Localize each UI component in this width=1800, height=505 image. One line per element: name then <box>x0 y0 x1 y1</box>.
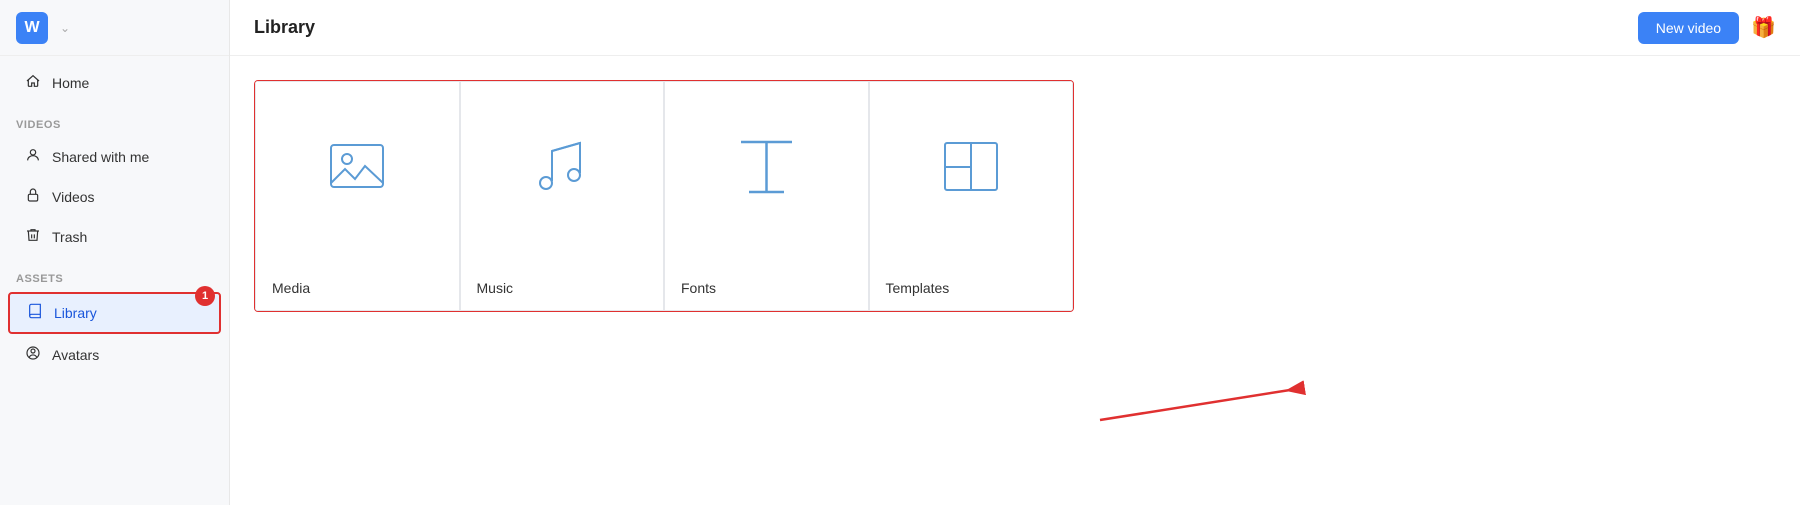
fonts-icon <box>739 136 794 196</box>
book-icon <box>26 303 44 323</box>
sidebar-item-avatars[interactable]: Avatars <box>8 336 221 374</box>
media-icon <box>327 141 387 191</box>
music-card-label: Music <box>477 280 514 296</box>
sidebar-section-videos: Videos <box>0 103 229 137</box>
chevron-down-icon[interactable]: ⌄ <box>60 21 70 35</box>
gift-icon-button[interactable]: 🎁 <box>1751 15 1776 40</box>
header-actions: New video 🎁 <box>1638 12 1776 44</box>
sidebar: W ⌄ Home Videos Shared with me <box>0 0 230 505</box>
sidebar-item-label: Shared with me <box>52 149 149 165</box>
templates-card-label: Templates <box>886 280 950 296</box>
sidebar-item-label: Trash <box>52 229 87 245</box>
app-logo: W <box>16 12 48 44</box>
sidebar-item-videos[interactable]: Videos <box>8 178 221 216</box>
lock-icon <box>24 187 42 207</box>
main-header: Library New video 🎁 <box>230 0 1800 56</box>
media-card[interactable]: Media <box>255 81 460 311</box>
sidebar-item-label: Library <box>54 305 97 321</box>
sidebar-item-home[interactable]: Home <box>8 64 221 102</box>
trash-icon <box>24 227 42 247</box>
music-card[interactable]: Music <box>460 81 665 311</box>
sidebar-item-trash[interactable]: Trash <box>8 218 221 256</box>
sidebar-item-label: Videos <box>52 189 95 205</box>
library-cards-grid: Media Music <box>254 80 1074 312</box>
library-content: Media Music <box>230 56 1800 505</box>
sidebar-item-shared-with-me[interactable]: Shared with me <box>8 138 221 176</box>
sidebar-item-library[interactable]: Library 1 <box>8 292 221 334</box>
fonts-card-label: Fonts <box>681 280 716 296</box>
library-badge: 1 <box>195 286 215 306</box>
sidebar-item-label: Avatars <box>52 347 99 363</box>
page-title: Library <box>254 17 315 38</box>
person-circle-icon <box>24 345 42 365</box>
templates-card[interactable]: Templates <box>869 81 1074 311</box>
home-icon <box>24 73 42 93</box>
fonts-card[interactable]: Fonts <box>664 81 869 311</box>
music-icon <box>532 139 592 194</box>
new-video-button[interactable]: New video <box>1638 12 1739 44</box>
main-content: Library New video 🎁 Media <box>230 0 1800 505</box>
templates-icon <box>941 139 1001 194</box>
sidebar-item-label: Home <box>52 75 89 91</box>
sidebar-section-assets: Assets <box>0 257 229 291</box>
sidebar-header: W ⌄ <box>0 0 229 56</box>
arrow-annotation <box>1090 380 1310 445</box>
person-icon <box>24 147 42 167</box>
media-card-label: Media <box>272 280 310 296</box>
